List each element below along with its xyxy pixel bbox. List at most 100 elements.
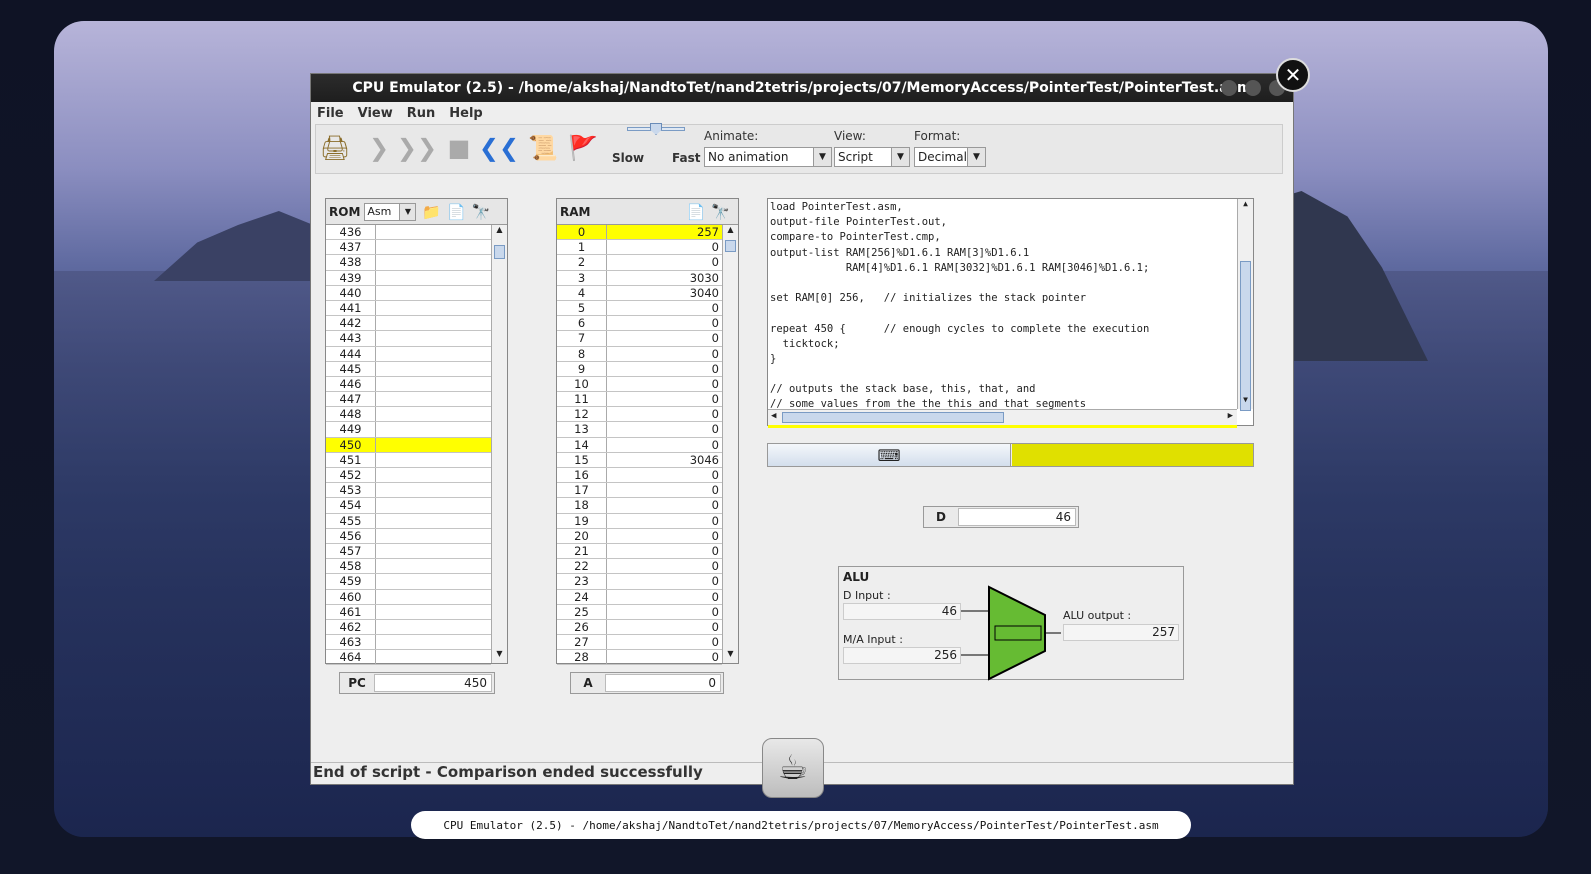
ram-value[interactable]: 3030 xyxy=(607,271,722,285)
rom-row[interactable]: 436 xyxy=(326,225,491,241)
rom-row[interactable]: 464 xyxy=(326,650,491,666)
fast-forward-icon[interactable]: ❯❯ xyxy=(397,133,437,163)
close-icon[interactable]: ✕ xyxy=(1276,58,1310,92)
ram-row[interactable]: 70 xyxy=(557,331,722,347)
ram-row[interactable]: 20 0 xyxy=(557,528,722,544)
ram-row[interactable]: 60 xyxy=(557,316,722,332)
ram-row[interactable]: 12 0 xyxy=(557,407,722,423)
ram-value[interactable]: 3046 xyxy=(607,453,722,467)
rom-row[interactable]: 446 xyxy=(326,376,491,393)
rom-row[interactable]: 454 xyxy=(326,498,491,514)
ram-value[interactable]: 0 xyxy=(607,347,722,361)
rom-value[interactable] xyxy=(376,316,491,330)
rom-row[interactable]: 452 xyxy=(326,468,491,484)
ram-value[interactable]: 0 xyxy=(607,498,722,512)
ram-row[interactable]: 14 0 xyxy=(557,437,722,453)
ram-value[interactable]: 0 xyxy=(607,316,722,330)
ram-value[interactable]: 0 xyxy=(607,514,722,528)
rom-value[interactable] xyxy=(376,240,491,254)
rom-value[interactable] xyxy=(376,347,491,361)
ram-row[interactable]: 23 0 xyxy=(557,574,722,590)
rom-row[interactable]: 443 xyxy=(326,331,491,347)
rom-row[interactable]: 455 xyxy=(326,513,491,529)
ram-value[interactable]: 0 xyxy=(607,240,722,254)
ram-value[interactable]: 0 xyxy=(607,438,722,452)
rom-row[interactable]: 449 xyxy=(326,422,491,438)
ram-row[interactable]: 90 xyxy=(557,361,722,377)
rom-value[interactable] xyxy=(376,301,491,315)
d-value[interactable]: 46 xyxy=(958,508,1076,526)
rom-value[interactable] xyxy=(376,225,491,239)
rom-row[interactable]: 439 xyxy=(326,270,491,286)
rom-value[interactable] xyxy=(376,635,491,649)
ram-row[interactable]: 50 xyxy=(557,300,722,317)
rom-row[interactable]: 445 xyxy=(326,361,491,377)
rom-row[interactable]: 460 xyxy=(326,589,491,605)
rom-row[interactable]: 440 xyxy=(326,285,491,301)
rom-value[interactable] xyxy=(376,453,491,467)
ram-value[interactable]: 257 xyxy=(607,225,722,239)
rom-value[interactable] xyxy=(376,498,491,512)
new-file-icon[interactable]: 📄 xyxy=(687,203,706,221)
menu-run[interactable]: Run xyxy=(407,106,436,121)
new-file-icon[interactable]: 📄 xyxy=(447,203,466,221)
menu-help[interactable]: Help xyxy=(449,106,482,121)
menu-view[interactable]: View xyxy=(358,106,393,121)
ram-row[interactable]: 10 0 xyxy=(557,376,722,393)
ram-row[interactable]: 20 xyxy=(557,255,722,271)
rom-row[interactable]: 448 xyxy=(326,407,491,423)
ram-row[interactable]: 0 257 xyxy=(557,225,722,241)
ram-row[interactable]: 22 0 xyxy=(557,559,722,575)
pc-value[interactable]: 450 xyxy=(374,674,492,692)
rom-value[interactable] xyxy=(376,392,491,406)
ram-value[interactable]: 0 xyxy=(607,650,722,664)
rom-row[interactable]: 450 xyxy=(326,437,491,453)
scroll-thumb[interactable] xyxy=(782,412,1004,423)
ram-value[interactable]: 0 xyxy=(607,620,722,634)
rom-value[interactable] xyxy=(376,255,491,269)
ram-row[interactable]: 80 xyxy=(557,346,722,362)
rom-value[interactable] xyxy=(376,650,491,664)
scroll-left-icon[interactable]: ◀ xyxy=(771,411,776,421)
scroll-up-icon[interactable]: ▲ xyxy=(1238,199,1253,213)
binoculars-icon[interactable]: 🔭 xyxy=(472,203,491,221)
script-panel[interactable]: load PointerTest.asm, output-file Pointer… xyxy=(767,198,1254,428)
scroll-up-icon[interactable]: ▲ xyxy=(723,225,738,239)
rom-row[interactable]: 451 xyxy=(326,452,491,468)
scroll-up-icon[interactable]: ▲ xyxy=(492,225,507,239)
ram-value[interactable]: 0 xyxy=(607,392,722,406)
view-select[interactable]: Script ▼ xyxy=(834,147,910,167)
script-vscroll[interactable]: ▲ ▼ xyxy=(1237,199,1253,411)
ram-row[interactable]: 3 3030 xyxy=(557,270,722,286)
scroll-down-icon[interactable]: ▼ xyxy=(492,649,507,663)
animate-select[interactable]: No animation ▼ xyxy=(704,147,832,167)
format-select[interactable]: Decimal ▼ xyxy=(914,147,986,167)
scroll-down-icon[interactable]: ▼ xyxy=(723,649,738,663)
load-program-icon[interactable]: 🖨 xyxy=(320,133,350,163)
ram-row[interactable]: 27 0 xyxy=(557,635,722,651)
rom-row[interactable]: 438 xyxy=(326,255,491,271)
rom-value[interactable] xyxy=(376,271,491,285)
a-value[interactable]: 0 xyxy=(605,674,721,692)
ram-value[interactable]: 0 xyxy=(607,422,722,436)
ram-value[interactable]: 0 xyxy=(607,483,722,497)
rom-value[interactable] xyxy=(376,590,491,604)
rom-value[interactable] xyxy=(376,286,491,300)
ram-value[interactable]: 0 xyxy=(607,468,722,482)
scroll-thumb[interactable] xyxy=(494,245,505,259)
ram-value[interactable]: 0 xyxy=(607,301,722,315)
ram-row[interactable]: 11 0 xyxy=(557,392,722,408)
ram-value[interactable]: 0 xyxy=(607,377,722,391)
rom-row[interactable]: 456 xyxy=(326,528,491,544)
ram-value[interactable]: 0 xyxy=(607,331,722,345)
rom-value[interactable] xyxy=(376,377,491,391)
rom-row[interactable]: 458 xyxy=(326,559,491,575)
ram-row[interactable]: 28 0 xyxy=(557,650,722,666)
minimize-button[interactable] xyxy=(1221,80,1237,96)
ram-row[interactable]: 10 xyxy=(557,240,722,256)
ram-value[interactable]: 0 xyxy=(607,559,722,573)
ram-row[interactable]: 13 0 xyxy=(557,422,722,438)
window-titlebar[interactable]: CPU Emulator (2.5) - /home/akshaj/Nandto… xyxy=(311,74,1293,102)
rom-row[interactable]: 441 xyxy=(326,300,491,317)
ram-row[interactable]: 19 0 xyxy=(557,513,722,529)
